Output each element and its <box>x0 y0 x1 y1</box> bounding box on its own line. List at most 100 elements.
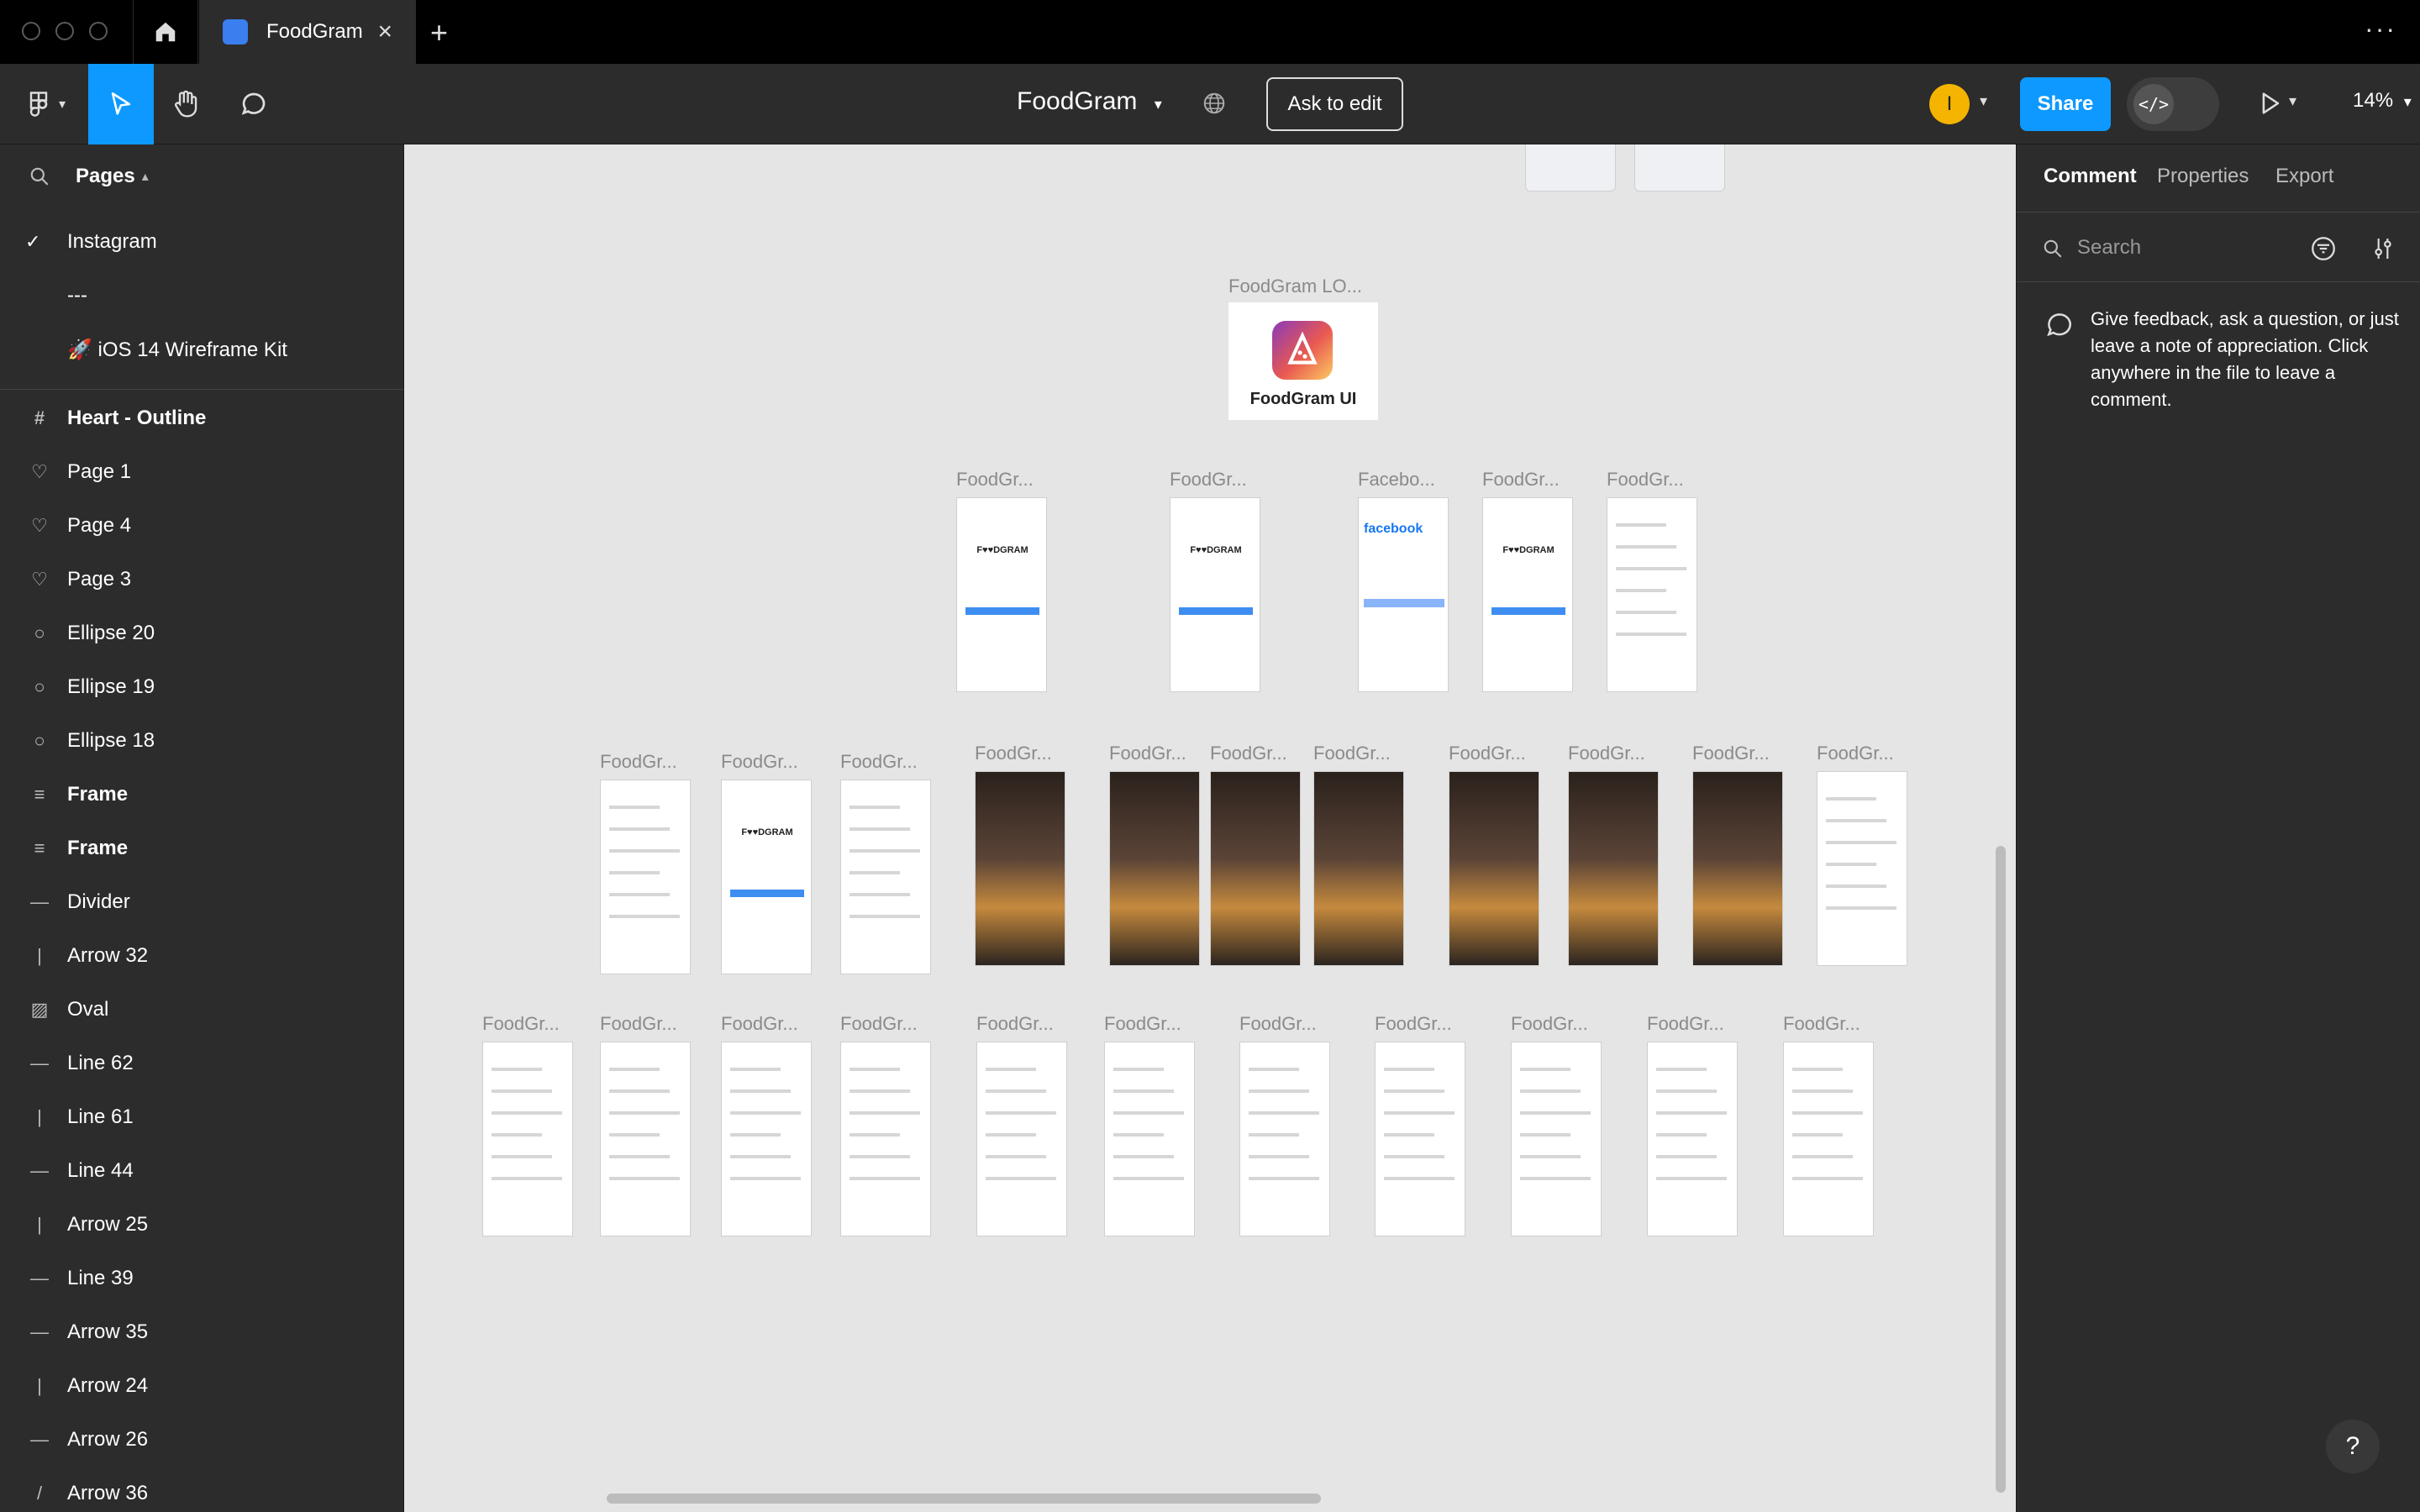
share-button[interactable]: Share <box>2020 77 2111 131</box>
tab-properties[interactable]: Properties <box>2157 165 2249 188</box>
phone-frame[interactable] <box>1568 771 1659 966</box>
layer-item[interactable]: | Arrow 25 <box>0 1198 403 1252</box>
hand-tool-button[interactable] <box>160 64 213 144</box>
layer-item[interactable]: ♡ Page 3 <box>0 553 403 606</box>
search-icon[interactable] <box>29 165 50 187</box>
comment-tool-button[interactable] <box>227 64 281 144</box>
phone-frame[interactable] <box>1449 771 1539 966</box>
list-line-mock <box>492 1155 552 1158</box>
layer-item[interactable]: — Line 44 <box>0 1144 403 1198</box>
phone-frame[interactable] <box>1313 771 1404 966</box>
layer-item[interactable]: — Arrow 35 <box>0 1305 403 1359</box>
design-canvas[interactable]: FoodGram LO... FoodGram UI FoodGr... F♥♥D… <box>405 144 2015 1512</box>
close-tab-icon[interactable]: × <box>377 18 392 46</box>
filter-icon[interactable] <box>2309 234 2338 263</box>
phone-frame[interactable] <box>1607 497 1697 692</box>
page-item[interactable]: 🚀 iOS 14 Wireframe Kit <box>0 323 403 376</box>
layer-item[interactable]: ♡ Page 1 <box>0 445 403 499</box>
phone-frame[interactable] <box>1511 1042 1602 1236</box>
chevron-down-icon[interactable]: ▾ <box>1980 92 1987 110</box>
layer-item[interactable]: — Line 62 <box>0 1037 403 1090</box>
phone-frame[interactable] <box>1817 771 1907 966</box>
phone-frame[interactable] <box>482 1042 573 1236</box>
globe-icon[interactable] <box>1202 91 1227 120</box>
phone-frame[interactable]: F♥♥DGRAM <box>1482 497 1573 692</box>
tab-foodgram[interactable]: FoodGram × <box>199 0 416 64</box>
list-line-mock <box>850 893 910 896</box>
phone-frame[interactable]: facebook <box>1358 497 1449 692</box>
layer-item[interactable]: # Heart - Outline <box>0 391 403 445</box>
layer-item[interactable]: | Line 61 <box>0 1090 403 1144</box>
list-line-mock <box>850 1089 910 1093</box>
list-line-mock <box>986 1133 1036 1137</box>
tab-export[interactable]: Export <box>2275 165 2333 188</box>
line-icon: — <box>30 1268 49 1289</box>
phone-frame[interactable] <box>600 780 691 974</box>
phone-frame[interactable] <box>1109 771 1200 966</box>
phone-frame[interactable] <box>721 1042 812 1236</box>
layer-item[interactable]: | Arrow 24 <box>0 1359 403 1413</box>
horizontal-scrollbar[interactable] <box>607 1494 1321 1504</box>
help-button[interactable]: ? <box>2326 1420 2380 1473</box>
more-menu-icon[interactable]: ··· <box>2365 13 2396 45</box>
list-line-mock <box>850 806 900 809</box>
pages-header[interactable]: Pages ▴ <box>0 160 403 193</box>
tab-comment[interactable]: Comment <box>2044 165 2137 188</box>
new-tab-button[interactable]: + <box>430 15 448 50</box>
minimize-window-icon[interactable] <box>55 22 74 40</box>
layer-item[interactable]: / Arrow 36 <box>0 1467 403 1512</box>
list-line-mock <box>492 1089 552 1093</box>
list-line-mock <box>1249 1068 1299 1071</box>
phone-frame[interactable]: F♥♥DGRAM <box>721 780 812 974</box>
pages-title: Pages <box>76 165 135 187</box>
phone-frame[interactable] <box>840 1042 931 1236</box>
ask-to-edit-button[interactable]: Ask to edit <box>1266 77 1403 131</box>
settings-sliders-icon[interactable] <box>2370 234 2396 263</box>
page-item[interactable]: ✓ Instagram <box>0 215 403 269</box>
layer-item[interactable]: — Arrow 26 <box>0 1413 403 1467</box>
phone-frame[interactable] <box>1104 1042 1195 1236</box>
avatar[interactable]: I <box>1929 84 1970 124</box>
layer-item[interactable]: ▨ Oval <box>0 983 403 1037</box>
vertical-scrollbar[interactable] <box>1996 846 2006 1493</box>
logo-frame[interactable]: FoodGram UI <box>1228 302 1378 420</box>
zoom-level[interactable]: 14% ▾ <box>2353 89 2412 113</box>
home-button[interactable] <box>133 0 198 64</box>
dev-mode-toggle[interactable]: </> <box>2127 77 2219 131</box>
layer-item[interactable]: ○ Ellipse 20 <box>0 606 403 660</box>
layer-item[interactable]: | Arrow 32 <box>0 929 403 983</box>
layer-item[interactable]: — Line 39 <box>0 1252 403 1305</box>
move-tool-button[interactable] <box>88 64 154 144</box>
layer-item[interactable]: ○ Ellipse 18 <box>0 714 403 768</box>
main-menu-button[interactable]: ▾ <box>15 64 74 144</box>
layer-item[interactable]: ≡ Frame <box>0 768 403 822</box>
maximize-window-icon[interactable] <box>89 22 108 40</box>
phone-frame[interactable]: F♥♥DGRAM <box>956 497 1047 692</box>
phone-frame[interactable]: F♥♥DGRAM <box>1170 497 1260 692</box>
close-window-icon[interactable] <box>22 22 40 40</box>
document-title[interactable]: FoodGram ▾ <box>1017 87 1162 116</box>
phone-frame[interactable] <box>1375 1042 1465 1236</box>
present-button[interactable]: ▾ <box>2255 89 2296 122</box>
phone-frame[interactable] <box>1210 771 1301 966</box>
layer-item[interactable]: ♡ Page 4 <box>0 499 403 553</box>
phone-frame[interactable] <box>1647 1042 1738 1236</box>
phone-frame[interactable] <box>976 1042 1067 1236</box>
layer-item[interactable]: — Divider <box>0 875 403 929</box>
list-line-mock <box>1826 841 1897 844</box>
phone-frame[interactable] <box>600 1042 691 1236</box>
layer-item[interactable]: ○ Ellipse 19 <box>0 660 403 714</box>
phone-frame[interactable] <box>1783 1042 1874 1236</box>
phone-frame[interactable] <box>1692 771 1783 966</box>
phone-frame[interactable] <box>1239 1042 1330 1236</box>
phone-frame[interactable] <box>975 771 1065 966</box>
page-item[interactable]: --- <box>0 269 403 323</box>
frame-thumbnail[interactable] <box>1634 144 1725 192</box>
list-line-mock <box>1616 545 1676 549</box>
frame-thumbnail[interactable] <box>1525 144 1616 192</box>
search-input[interactable]: Search <box>2077 236 2141 260</box>
comment-search[interactable]: Search <box>2017 212 2420 282</box>
layer-item[interactable]: ≡ Frame <box>0 822 403 875</box>
phone-frame[interactable] <box>840 780 931 974</box>
frame-label: FoodGr... <box>600 1013 677 1034</box>
